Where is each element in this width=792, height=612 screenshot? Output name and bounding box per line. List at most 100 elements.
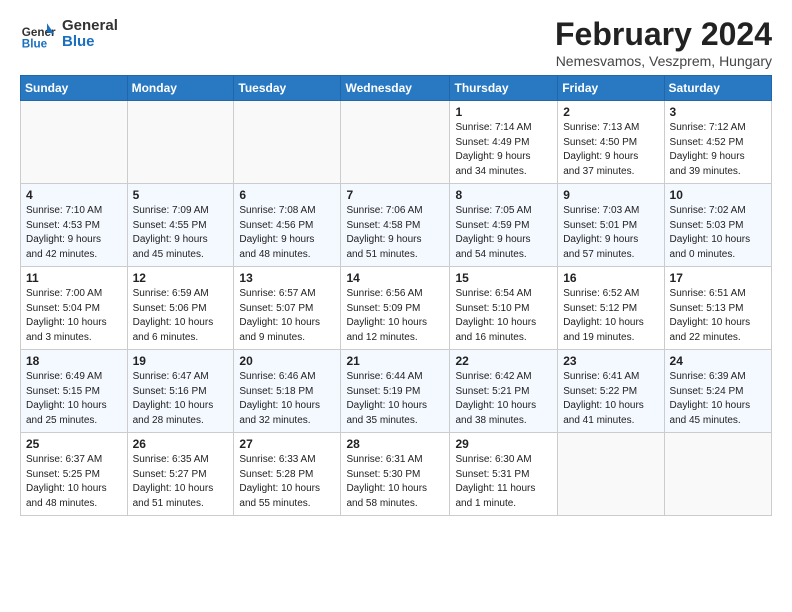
calendar-week-4: 25 Sunrise: 6:37 AM Sunset: 5:25 PM Dayli… — [21, 433, 772, 516]
day-number: 5 — [133, 188, 229, 202]
day-info: Sunrise: 7:10 AM Sunset: 4:53 PM Dayligh… — [26, 204, 122, 262]
calendar-cell: 21 Sunrise: 6:44 AM Sunset: 5:19 PM Dayli… — [341, 350, 450, 433]
day-info: Sunrise: 7:12 AM Sunset: 4:52 PM Dayligh… — [670, 121, 766, 179]
day-info: Sunrise: 6:30 AM Sunset: 5:31 PM Dayligh… — [455, 453, 552, 511]
calendar-table: SundayMondayTuesdayWednesdayThursdayFrid… — [20, 75, 772, 516]
day-number: 20 — [239, 354, 335, 368]
calendar-cell: 29 Sunrise: 6:30 AM Sunset: 5:31 PM Dayli… — [450, 433, 558, 516]
day-info: Sunrise: 6:57 AM Sunset: 5:07 PM Dayligh… — [239, 287, 335, 345]
day-info: Sunrise: 6:42 AM Sunset: 5:21 PM Dayligh… — [455, 370, 552, 428]
day-number: 23 — [563, 354, 658, 368]
calendar-cell — [127, 101, 234, 184]
calendar-cell: 2Sunrise: 7:13 AM Sunset: 4:50 PM Daylig… — [558, 101, 664, 184]
calendar-week-1: 4 Sunrise: 7:10 AM Sunset: 4:53 PM Daylig… — [21, 184, 772, 267]
calendar-cell: 12Sunrise: 6:59 AM Sunset: 5:06 PM Dayli… — [127, 267, 234, 350]
header-saturday: Saturday — [664, 76, 771, 101]
calendar-cell — [341, 101, 450, 184]
location: Nemesvamos, Veszprem, Hungary — [555, 53, 772, 69]
day-number: 27 — [239, 437, 335, 451]
header-tuesday: Tuesday — [234, 76, 341, 101]
day-info: Sunrise: 7:00 AM Sunset: 5:04 PM Dayligh… — [26, 287, 122, 345]
day-info: Sunrise: 6:31 AM Sunset: 5:30 PM Dayligh… — [346, 453, 444, 511]
day-info: Sunrise: 7:08 AM Sunset: 4:56 PM Dayligh… — [239, 204, 335, 262]
calendar-cell: 24 Sunrise: 6:39 AM Sunset: 5:24 PM Dayli… — [664, 350, 771, 433]
calendar-cell: 22 Sunrise: 6:42 AM Sunset: 5:21 PM Dayli… — [450, 350, 558, 433]
calendar-cell: 25 Sunrise: 6:37 AM Sunset: 5:25 PM Dayli… — [21, 433, 128, 516]
calendar-cell: 18 Sunrise: 6:49 AM Sunset: 5:15 PM Dayli… — [21, 350, 128, 433]
calendar-cell: 28 Sunrise: 6:31 AM Sunset: 5:30 PM Dayli… — [341, 433, 450, 516]
logo: General Blue General Blue — [20, 16, 118, 52]
day-number: 22 — [455, 354, 552, 368]
header-thursday: Thursday — [450, 76, 558, 101]
header-monday: Monday — [127, 76, 234, 101]
day-info: Sunrise: 6:33 AM Sunset: 5:28 PM Dayligh… — [239, 453, 335, 511]
month-title: February 2024 — [555, 16, 772, 53]
day-info: Sunrise: 6:52 AM Sunset: 5:12 PM Dayligh… — [563, 287, 658, 345]
logo-blue: Blue — [62, 34, 118, 51]
calendar-cell: 23Sunrise: 6:41 AM Sunset: 5:22 PM Dayli… — [558, 350, 664, 433]
day-number: 15 — [455, 271, 552, 285]
header-wednesday: Wednesday — [341, 76, 450, 101]
calendar-cell: 13 Sunrise: 6:57 AM Sunset: 5:07 PM Dayli… — [234, 267, 341, 350]
day-number: 4 — [26, 188, 122, 202]
day-number: 18 — [26, 354, 122, 368]
day-number: 28 — [346, 437, 444, 451]
calendar-cell: 7 Sunrise: 7:06 AM Sunset: 4:58 PM Daylig… — [341, 184, 450, 267]
day-number: 14 — [346, 271, 444, 285]
day-number: 25 — [26, 437, 122, 451]
day-number: 10 — [670, 188, 766, 202]
calendar-cell: 5 Sunrise: 7:09 AM Sunset: 4:55 PM Daylig… — [127, 184, 234, 267]
calendar-cell — [21, 101, 128, 184]
day-number: 11 — [26, 271, 122, 285]
day-info: Sunrise: 6:54 AM Sunset: 5:10 PM Dayligh… — [455, 287, 552, 345]
day-info: Sunrise: 6:51 AM Sunset: 5:13 PM Dayligh… — [670, 287, 766, 345]
day-info: Sunrise: 6:39 AM Sunset: 5:24 PM Dayligh… — [670, 370, 766, 428]
day-number: 13 — [239, 271, 335, 285]
day-number: 16 — [563, 271, 658, 285]
day-number: 7 — [346, 188, 444, 202]
calendar-header-row: SundayMondayTuesdayWednesdayThursdayFrid… — [21, 76, 772, 101]
day-number: 24 — [670, 354, 766, 368]
calendar-cell: 17Sunrise: 6:51 AM Sunset: 5:13 PM Dayli… — [664, 267, 771, 350]
calendar-cell: 10 Sunrise: 7:02 AM Sunset: 5:03 PM Dayli… — [664, 184, 771, 267]
day-number: 6 — [239, 188, 335, 202]
header-friday: Friday — [558, 76, 664, 101]
day-number: 8 — [455, 188, 552, 202]
day-info: Sunrise: 6:44 AM Sunset: 5:19 PM Dayligh… — [346, 370, 444, 428]
day-info: Sunrise: 6:49 AM Sunset: 5:15 PM Dayligh… — [26, 370, 122, 428]
calendar-cell: 8 Sunrise: 7:05 AM Sunset: 4:59 PM Daylig… — [450, 184, 558, 267]
day-info: Sunrise: 6:59 AM Sunset: 5:06 PM Dayligh… — [133, 287, 229, 345]
day-info: Sunrise: 6:35 AM Sunset: 5:27 PM Dayligh… — [133, 453, 229, 511]
day-info: Sunrise: 7:06 AM Sunset: 4:58 PM Dayligh… — [346, 204, 444, 262]
calendar-cell: 16 Sunrise: 6:52 AM Sunset: 5:12 PM Dayli… — [558, 267, 664, 350]
calendar-week-3: 18 Sunrise: 6:49 AM Sunset: 5:15 PM Dayli… — [21, 350, 772, 433]
calendar-cell: 3 Sunrise: 7:12 AM Sunset: 4:52 PM Daylig… — [664, 101, 771, 184]
calendar-cell: 4 Sunrise: 7:10 AM Sunset: 4:53 PM Daylig… — [21, 184, 128, 267]
day-number: 1 — [455, 105, 552, 119]
calendar-cell: 6 Sunrise: 7:08 AM Sunset: 4:56 PM Daylig… — [234, 184, 341, 267]
day-info: Sunrise: 7:14 AM Sunset: 4:49 PM Dayligh… — [455, 121, 552, 179]
calendar-cell: 9 Sunrise: 7:03 AM Sunset: 5:01 PM Daylig… — [558, 184, 664, 267]
calendar-cell: 27 Sunrise: 6:33 AM Sunset: 5:28 PM Dayli… — [234, 433, 341, 516]
day-number: 3 — [670, 105, 766, 119]
logo-icon: General Blue — [20, 16, 56, 52]
calendar-cell — [664, 433, 771, 516]
day-info: Sunrise: 6:37 AM Sunset: 5:25 PM Dayligh… — [26, 453, 122, 511]
day-number: 21 — [346, 354, 444, 368]
day-info: Sunrise: 7:02 AM Sunset: 5:03 PM Dayligh… — [670, 204, 766, 262]
day-info: Sunrise: 7:03 AM Sunset: 5:01 PM Dayligh… — [563, 204, 658, 262]
calendar-cell — [234, 101, 341, 184]
header-sunday: Sunday — [21, 76, 128, 101]
title-area: February 2024 Nemesvamos, Veszprem, Hung… — [555, 16, 772, 69]
day-info: Sunrise: 7:09 AM Sunset: 4:55 PM Dayligh… — [133, 204, 229, 262]
calendar-cell — [558, 433, 664, 516]
calendar-cell: 14Sunrise: 6:56 AM Sunset: 5:09 PM Dayli… — [341, 267, 450, 350]
day-number: 29 — [455, 437, 552, 451]
calendar-week-0: 1 Sunrise: 7:14 AM Sunset: 4:49 PM Daylig… — [21, 101, 772, 184]
day-info: Sunrise: 6:47 AM Sunset: 5:16 PM Dayligh… — [133, 370, 229, 428]
day-number: 2 — [563, 105, 658, 119]
svg-text:Blue: Blue — [22, 38, 48, 51]
day-number: 9 — [563, 188, 658, 202]
day-info: Sunrise: 7:05 AM Sunset: 4:59 PM Dayligh… — [455, 204, 552, 262]
calendar-cell: 19Sunrise: 6:47 AM Sunset: 5:16 PM Dayli… — [127, 350, 234, 433]
